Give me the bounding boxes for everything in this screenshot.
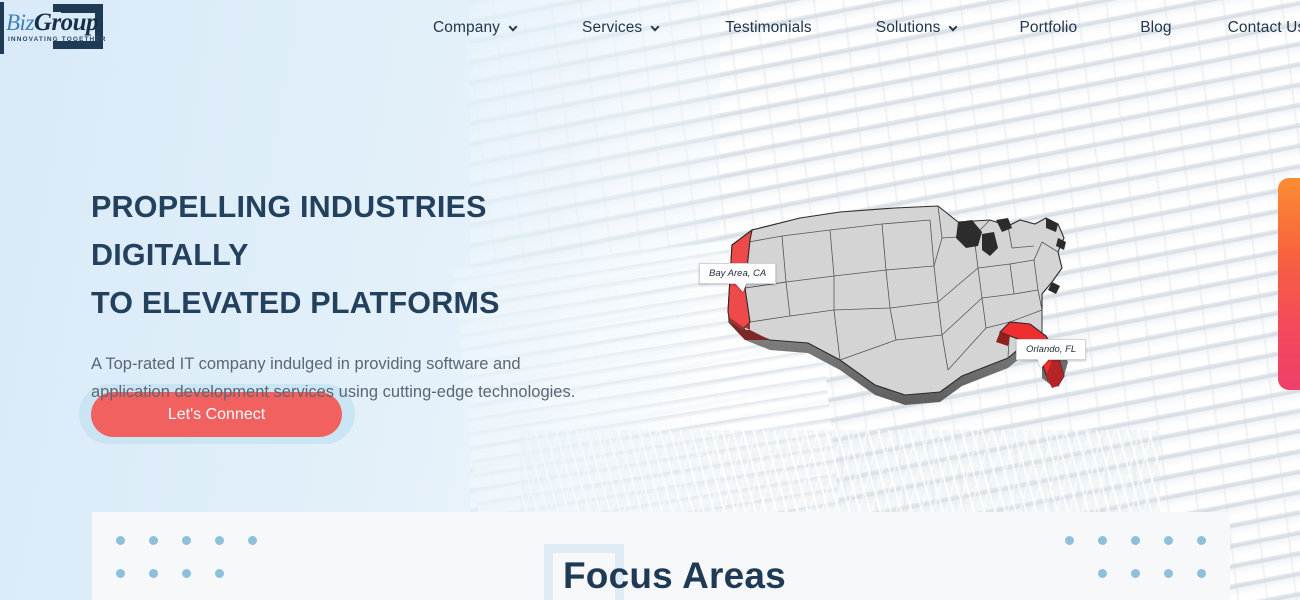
dot (1164, 569, 1173, 578)
logo-left-bar (0, 1, 4, 54)
page-root: BizGroup INNOVATING TOGETHER Company Ser… (0, 0, 1300, 600)
nav-label-testimonials: Testimonials (725, 18, 812, 36)
nav-item-contact-us[interactable]: Contact Us (1228, 19, 1300, 37)
nav-label-company: Company (433, 18, 501, 36)
logo-text-group: Group (33, 8, 99, 36)
dot (1197, 569, 1206, 578)
nav-label-blog: Blog (1140, 18, 1172, 36)
hero-subtitle: A Top-rated IT company indulged in provi… (91, 354, 576, 401)
site-header: BizGroup INNOVATING TOGETHER Company Ser… (0, 0, 1300, 55)
main-navigation: Company Services Testimonials Solutions (103, 19, 1300, 37)
map-mainland (727, 205, 1065, 396)
logo-wordmark: BizGroup (6, 8, 99, 36)
focus-areas-heading-wrap: Focus Areas (544, 536, 786, 600)
dot (215, 536, 224, 545)
dot (1131, 569, 1140, 578)
united-states-map[interactable] (690, 190, 1110, 420)
side-accent-bar[interactable] (1278, 178, 1300, 390)
nav-item-company[interactable]: Company (433, 19, 519, 37)
nav-label-portfolio: Portfolio (1019, 18, 1078, 36)
logo-tagline: INNOVATING TOGETHER (8, 35, 107, 43)
dot (1131, 536, 1140, 545)
dot-row (1065, 536, 1206, 545)
dot-empty (248, 569, 257, 578)
hero-title-line-2: TO ELEVATED PLATFORMS (91, 286, 500, 321)
dot (149, 536, 158, 545)
dot (1098, 536, 1107, 545)
hero-title-line-1: PROPELLING INDUSTRIES DIGITALLY (91, 190, 487, 273)
decorative-dot-grid-left (116, 536, 257, 578)
nav-item-portfolio[interactable]: Portfolio (1019, 19, 1077, 37)
nav-label-services: Services (582, 18, 643, 36)
dot (1065, 536, 1074, 545)
brand-logo[interactable]: BizGroup INNOVATING TOGETHER (0, 1, 105, 54)
nav-item-services[interactable]: Services (582, 19, 661, 37)
dot (116, 569, 125, 578)
chevron-down-icon (649, 23, 661, 35)
dot (149, 569, 158, 578)
focus-areas-section: Focus Areas (92, 512, 1230, 600)
dot-row (1065, 569, 1206, 578)
chevron-down-icon (947, 23, 959, 35)
focus-areas-title: Focus Areas (563, 555, 786, 596)
dot (248, 536, 257, 545)
dot (116, 536, 125, 545)
nav-label-contact-us: Contact Us (1227, 18, 1300, 36)
dot-row (116, 569, 257, 578)
map-location-label-orlando[interactable]: Orlando, FL (1016, 339, 1087, 360)
hero-content: PROPELLING INDUSTRIES DIGITALLY TO ELEVA… (91, 183, 651, 406)
logo-text-biz: Biz (6, 9, 34, 35)
decorative-dot-grid-right (1065, 536, 1206, 578)
nav-item-testimonials[interactable]: Testimonials (725, 19, 811, 37)
dot (182, 536, 191, 545)
dot (215, 569, 224, 578)
dot-empty (1065, 569, 1074, 578)
dot (1164, 536, 1173, 545)
dot-row (116, 536, 257, 545)
nav-item-blog[interactable]: Blog (1140, 19, 1171, 37)
chevron-down-icon (507, 23, 519, 35)
nav-label-solutions: Solutions (875, 18, 941, 36)
dot (1197, 536, 1206, 545)
map-location-label-bay-area[interactable]: Bay Area, CA (699, 263, 777, 284)
nav-item-solutions[interactable]: Solutions (876, 19, 960, 37)
dot (182, 569, 191, 578)
page-title: PROPELLING INDUSTRIES DIGITALLY TO ELEVA… (91, 183, 651, 328)
dot (1098, 569, 1107, 578)
